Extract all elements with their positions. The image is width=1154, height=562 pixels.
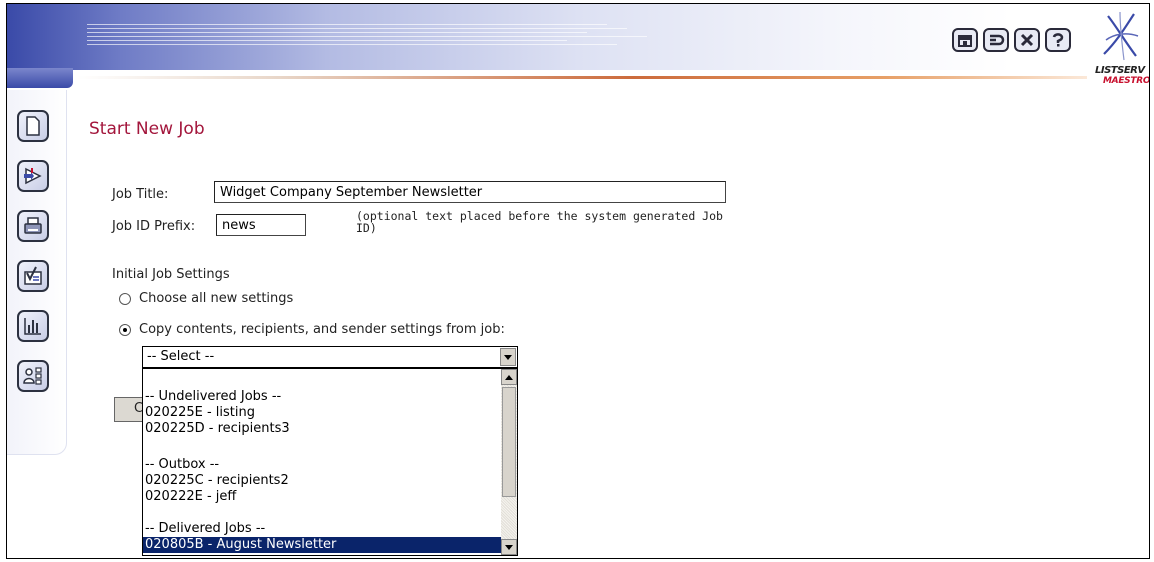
job-edit-icon xyxy=(24,167,42,185)
print-icon xyxy=(24,217,42,234)
dropdown-scrollbar[interactable] xyxy=(501,369,517,555)
dropdown-option[interactable]: 020225C - recipients2 xyxy=(143,473,502,489)
sidebar-print-button[interactable] xyxy=(17,210,49,242)
sidebar-job-edit-button[interactable] xyxy=(17,160,49,192)
approve-icon xyxy=(24,266,42,285)
home-button[interactable] xyxy=(952,28,978,52)
dropdown-option[interactable]: 020222E - jeff xyxy=(143,489,502,505)
help-button[interactable] xyxy=(1045,28,1071,52)
sidebar-new-job-button[interactable] xyxy=(17,110,49,142)
logo-text-maestro: MAESTRO xyxy=(1103,76,1150,86)
scroll-down-button[interactable] xyxy=(501,539,517,555)
select-dropdown-button[interactable] xyxy=(500,348,516,366)
dropdown-group-header[interactable]: -- Outbox -- xyxy=(143,457,502,473)
sidebar-users-button[interactable] xyxy=(17,360,49,392)
copy-job-dropdown-list: -- Undelivered Jobs -- 020225E - listing… xyxy=(142,368,518,556)
scrollbar-thumb[interactable] xyxy=(502,387,516,497)
page-title: Start New Job xyxy=(89,119,205,139)
chevron-down-icon xyxy=(505,544,513,550)
dropdown-option[interactable] xyxy=(143,373,502,389)
sidebar xyxy=(7,90,67,455)
exit-icon xyxy=(1020,33,1034,47)
dropdown-option[interactable] xyxy=(143,437,502,453)
header-banner: LISTSERV MAESTRO xyxy=(7,4,1149,92)
dropdown-group-header[interactable]: -- Delivered Jobs -- xyxy=(143,521,502,537)
header-accent-line xyxy=(77,76,1087,79)
dropdown-option-selected[interactable]: 020805B - August Newsletter xyxy=(143,537,502,553)
dropdown-group-header[interactable]: -- Undelivered Jobs -- xyxy=(143,389,502,405)
new-job-icon xyxy=(26,116,40,136)
job-id-prefix-hint: (optional text placed before the system … xyxy=(356,209,723,235)
exit-button[interactable] xyxy=(1014,28,1040,52)
sidebar-reports-button[interactable] xyxy=(17,310,49,342)
dropdown-option[interactable]: 020225E - listing xyxy=(143,405,502,421)
reports-icon xyxy=(24,318,41,335)
job-id-prefix-input[interactable] xyxy=(216,214,306,236)
sidebar-approve-button[interactable] xyxy=(17,260,49,292)
job-title-label: Job Title: xyxy=(112,187,169,202)
radio-new-settings[interactable] xyxy=(119,293,131,305)
sidebar-header-tab xyxy=(7,68,73,88)
scroll-up-button[interactable] xyxy=(501,369,517,385)
chevron-down-icon xyxy=(504,354,512,360)
copy-job-select[interactable]: -- Select -- xyxy=(142,346,518,368)
maestro-star-icon xyxy=(1103,11,1139,61)
home-icon xyxy=(958,35,972,47)
logout-button[interactable] xyxy=(983,28,1009,52)
radio-new-settings-label: Choose all new settings xyxy=(139,291,294,306)
users-icon xyxy=(23,367,42,385)
logout-icon xyxy=(990,34,1005,46)
radio-copy-settings[interactable] xyxy=(119,324,131,336)
copy-job-select-value: -- Select -- xyxy=(147,349,215,364)
dropdown-option[interactable]: 020225D - recipients3 xyxy=(143,421,502,437)
logo-text-listserv: LISTSERV xyxy=(1095,65,1145,76)
job-title-input[interactable] xyxy=(214,181,726,203)
dropdown-option[interactable] xyxy=(143,505,502,521)
help-icon xyxy=(1052,33,1064,47)
listserv-maestro-logo: LISTSERV MAESTRO xyxy=(1092,10,1150,90)
chevron-up-icon xyxy=(505,374,513,380)
initial-settings-label: Initial Job Settings xyxy=(112,267,230,282)
job-id-prefix-label: Job ID Prefix: xyxy=(112,219,196,234)
dropdown-options: -- Undelivered Jobs -- 020225E - listing… xyxy=(143,369,502,555)
radio-copy-settings-label: Copy contents, recipients, and sender se… xyxy=(139,322,505,337)
application-window: LISTSERV MAESTRO Start New Job Job Title… xyxy=(6,3,1150,559)
